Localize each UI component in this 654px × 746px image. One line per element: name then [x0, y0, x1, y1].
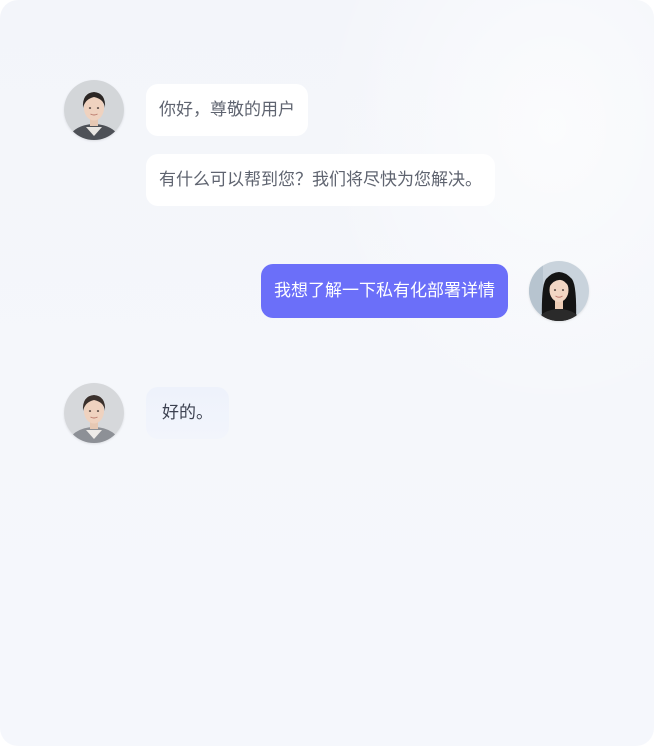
agent-message-greeting: 你好，尊敬的用户 [146, 84, 308, 136]
agent-avatar [64, 80, 124, 140]
user-message: 我想了解一下私有化部署详情 [261, 264, 508, 318]
chat-panel: 你好，尊敬的用户 有什么可以帮到您？我们将尽快为您解决。 我想了解一下私有化部署… [0, 0, 654, 746]
agent-message-offer-help: 有什么可以帮到您？我们将尽快为您解决。 [146, 154, 495, 206]
user-avatar [529, 261, 589, 321]
agent-message-ok: 好的。 [146, 387, 229, 439]
agent-avatar [64, 383, 124, 443]
